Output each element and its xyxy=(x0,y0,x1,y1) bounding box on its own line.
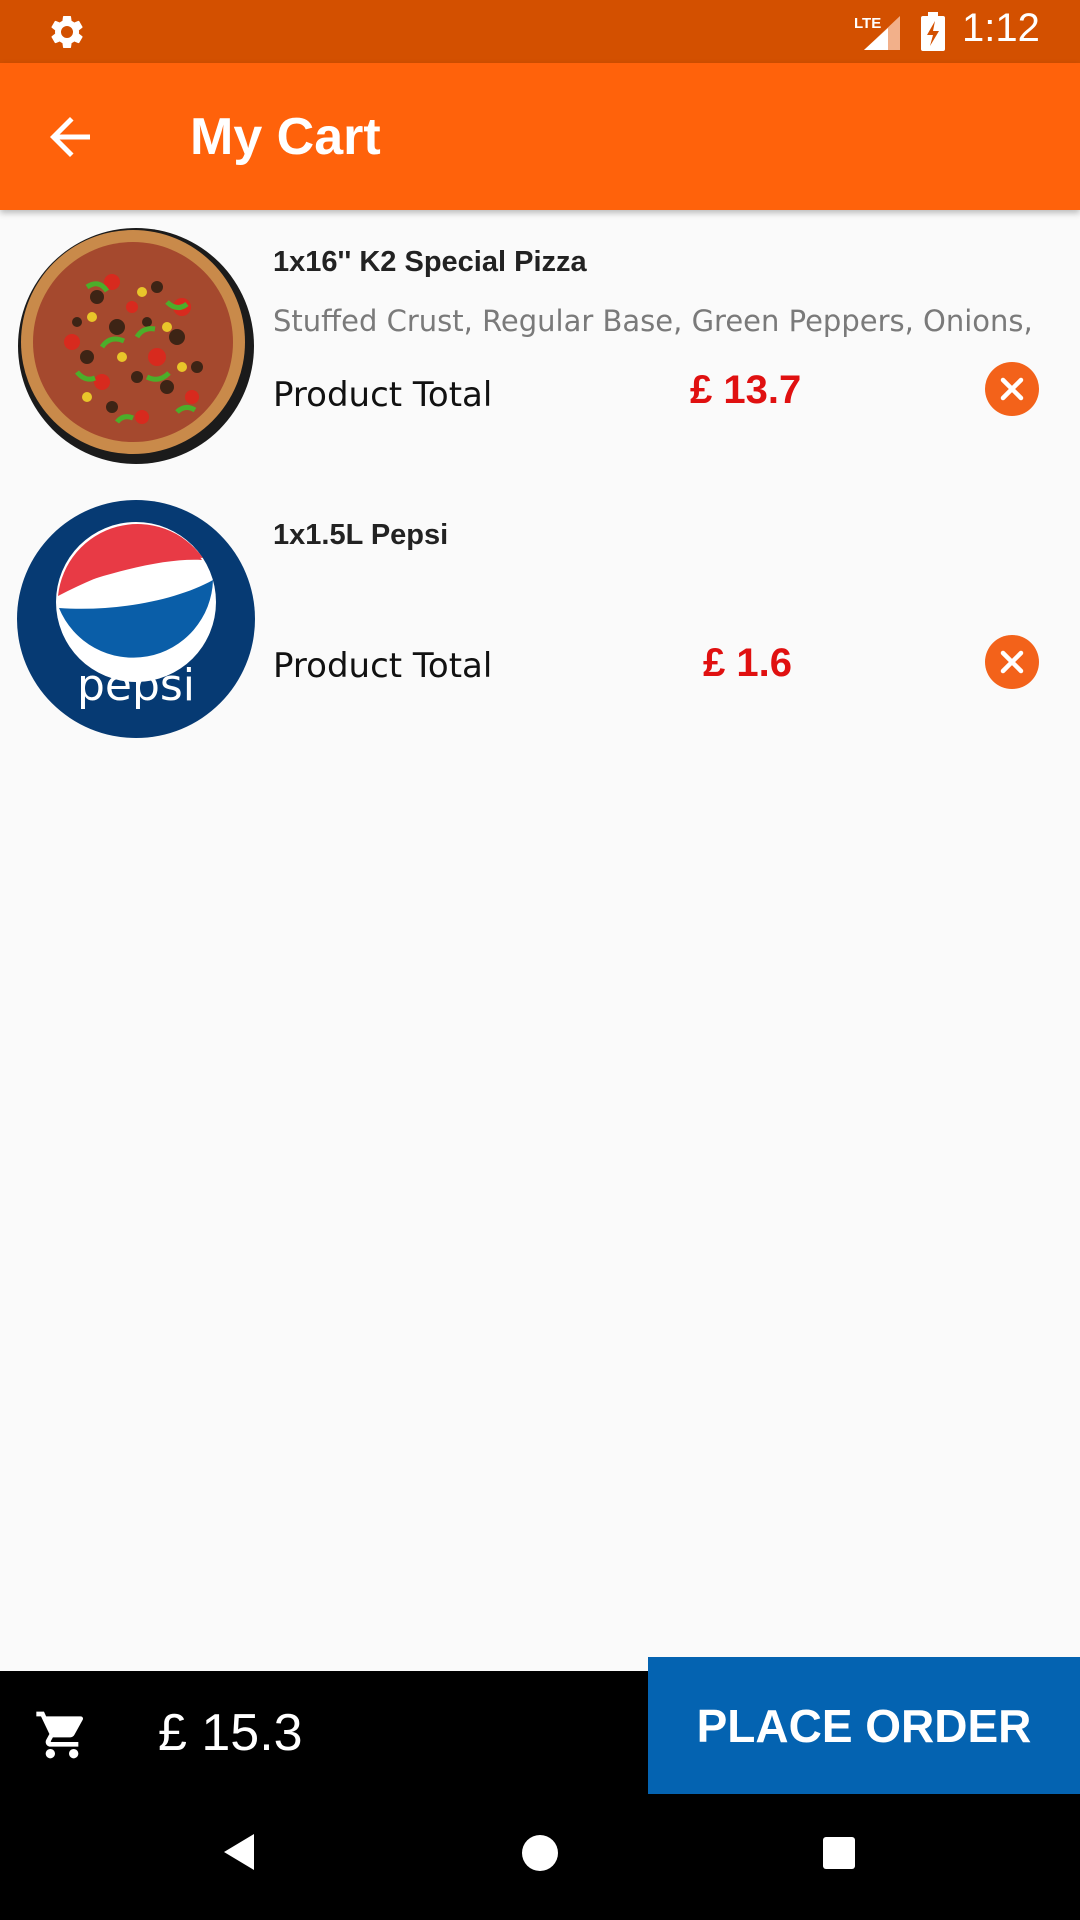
svg-text:pepsi: pepsi xyxy=(77,660,195,711)
cart-item: 1x16'' K2 Special Pizza Stuffed Crust, R… xyxy=(0,210,1080,470)
lte-signal-icon: LTE xyxy=(854,15,900,50)
remove-item-button[interactable] xyxy=(985,362,1039,416)
battery-charging-icon xyxy=(921,12,945,51)
product-total-value: £ 1.6 xyxy=(703,641,792,685)
system-nav-bar xyxy=(0,1794,1080,1920)
settings-gear-icon xyxy=(51,15,83,48)
product-total-label: Product Total xyxy=(273,646,493,686)
pizza-image xyxy=(18,228,254,464)
pepsi-logo-image: pepsi xyxy=(17,500,255,738)
status-time: 1:12 xyxy=(962,6,1040,50)
item-name: 1x1.5L Pepsi xyxy=(273,519,449,551)
app-bar: My Cart xyxy=(0,63,1080,210)
close-icon xyxy=(1000,650,1024,674)
status-bar: LTE 1:12 xyxy=(0,0,1080,63)
product-total-label: Product Total xyxy=(273,375,493,415)
page-title: My Cart xyxy=(190,108,381,166)
item-name: 1x16'' K2 Special Pizza xyxy=(273,246,587,278)
cart-icon xyxy=(36,1711,84,1759)
remove-item-button[interactable] xyxy=(985,635,1039,689)
item-description: Stuffed Crust, Regular Base, Green Peppe… xyxy=(273,304,1033,338)
back-arrow-icon[interactable] xyxy=(40,107,100,167)
svg-text:LTE: LTE xyxy=(854,15,881,32)
nav-recent-apps-icon[interactable] xyxy=(822,1836,856,1870)
nav-home-icon[interactable] xyxy=(521,1834,559,1872)
place-order-button[interactable]: PLACE ORDER xyxy=(648,1657,1080,1794)
cart-total: £ 15.3 xyxy=(158,1704,303,1762)
nav-back-icon[interactable] xyxy=(222,1832,258,1872)
product-total-value: £ 13.7 xyxy=(690,368,802,412)
close-icon xyxy=(1000,377,1024,401)
cart-item: pepsi 1x1.5L Pepsi Product Total £ 1.6 xyxy=(0,483,1080,743)
